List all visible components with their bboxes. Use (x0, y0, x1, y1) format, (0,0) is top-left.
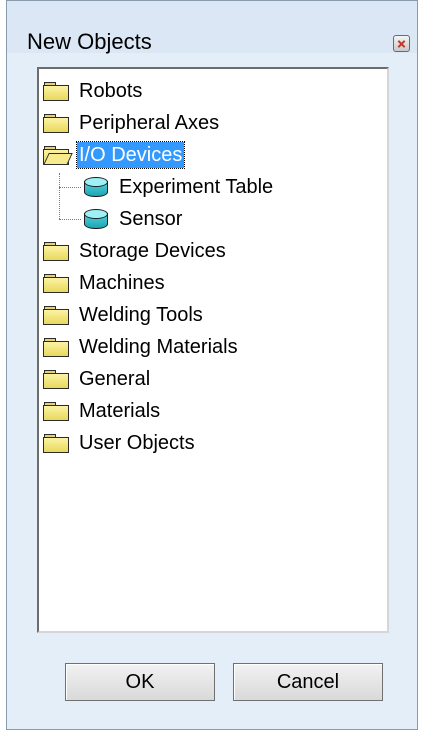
ok-button[interactable]: OK (65, 663, 215, 701)
tree-item-peripheral-axes[interactable]: Peripheral Axes (43, 109, 221, 137)
tree-item-machines[interactable]: Machines (43, 269, 167, 297)
tree-item-label: Peripheral Axes (79, 112, 220, 134)
tree-connector (59, 187, 81, 188)
folder-icon (43, 370, 69, 389)
device-icon (83, 208, 109, 230)
tree-item-label: Experiment Table (119, 176, 274, 198)
tree-item-label: Sensor (119, 208, 183, 230)
tree-item-robots[interactable]: Robots (43, 77, 144, 105)
tree-item-label: Storage Devices (79, 240, 226, 262)
tree-item-welding-materials[interactable]: Welding Materials (43, 333, 240, 361)
folder-icon (43, 114, 69, 133)
tree-item-sensor[interactable]: Sensor (83, 205, 184, 233)
tree-item-label: Materials (79, 400, 161, 422)
folder-open-icon (43, 146, 73, 165)
tree-item-materials[interactable]: Materials (43, 397, 162, 425)
folder-icon (43, 82, 69, 101)
folder-icon (43, 434, 69, 453)
tree-item-label: I/O Devices (75, 141, 186, 169)
tree-item-label: Welding Materials (79, 336, 238, 358)
tree-connector (59, 219, 81, 220)
folder-icon (43, 338, 69, 357)
tree-item-label: Machines (79, 272, 165, 294)
folder-icon (43, 274, 69, 293)
close-icon[interactable] (393, 35, 410, 52)
folder-icon (43, 306, 69, 325)
title-bar[interactable]: New Objects (7, 1, 417, 54)
tree-item-label: Robots (79, 80, 143, 102)
device-icon (83, 176, 109, 198)
folder-icon (43, 242, 69, 261)
new-objects-dialog: New Objects Robots Peripheral Axes I/O D… (6, 0, 418, 730)
tree-item-label: User Objects (79, 432, 195, 454)
tree-item-label: General (79, 368, 151, 390)
object-tree[interactable]: Robots Peripheral Axes I/O Devices Exper… (37, 67, 389, 633)
cancel-button[interactable]: Cancel (233, 663, 383, 701)
folder-icon (43, 402, 69, 421)
tree-item-storage-devices[interactable]: Storage Devices (43, 237, 228, 265)
tree-item-general[interactable]: General (43, 365, 152, 393)
tree-item-experiment-table[interactable]: Experiment Table (83, 173, 275, 201)
tree-item-io-devices[interactable]: I/O Devices (43, 141, 186, 169)
tree-item-label: Welding Tools (79, 304, 203, 326)
dialog-title: New Objects (27, 29, 152, 54)
tree-connector (59, 173, 60, 219)
tree-item-user-objects[interactable]: User Objects (43, 429, 197, 457)
tree-item-welding-tools[interactable]: Welding Tools (43, 301, 205, 329)
